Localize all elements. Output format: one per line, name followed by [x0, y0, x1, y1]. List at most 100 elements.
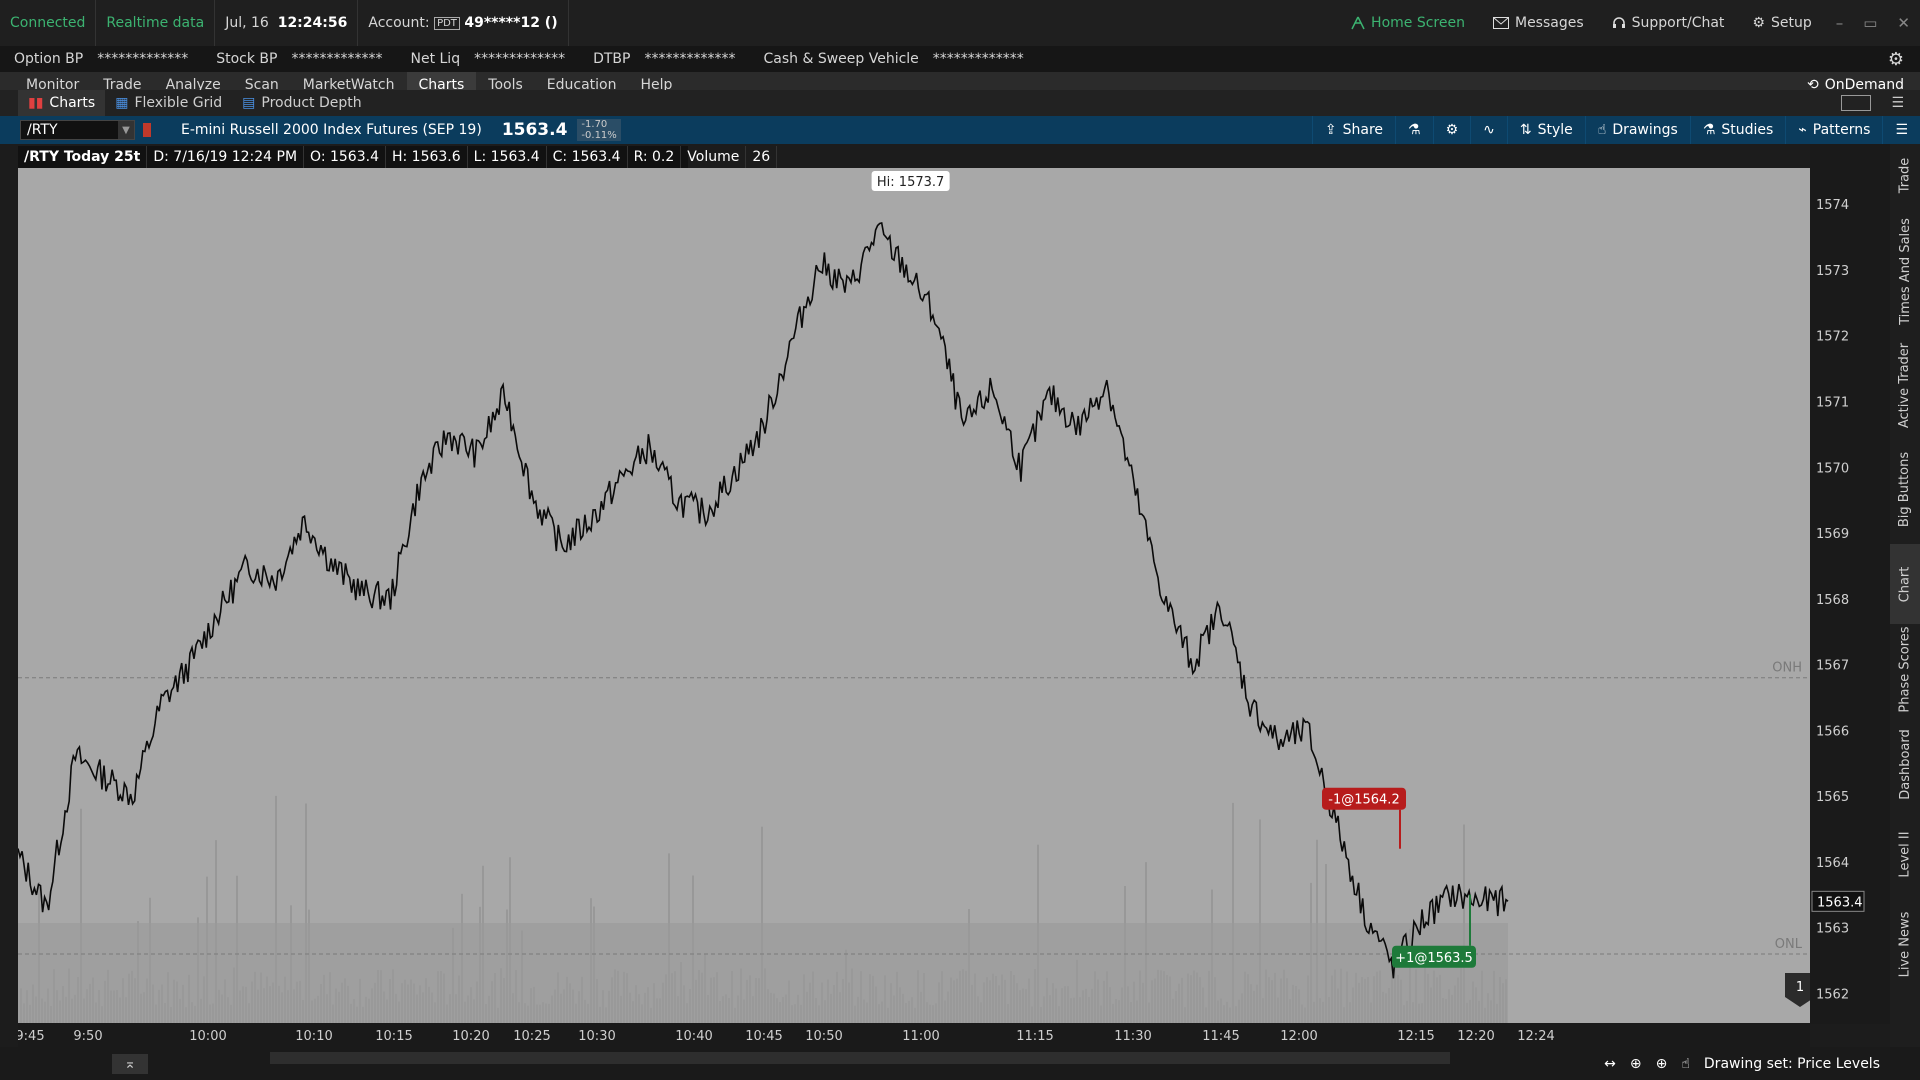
- time-tick-label: 10:10: [295, 1029, 332, 1044]
- subtab-label: Product Depth: [261, 95, 362, 111]
- zoom-in-icon[interactable]: ⊕: [1656, 1056, 1668, 1072]
- bar-open: O: 1563.4: [304, 146, 386, 168]
- flask-button[interactable]: ⚗: [1395, 116, 1433, 144]
- bar-close: C: 1563.4: [547, 146, 628, 168]
- side-tab-phase-scores[interactable]: Phase Scores: [1890, 624, 1920, 714]
- subtab-flexible-grid[interactable]: ▦ Flexible Grid: [105, 90, 232, 116]
- subtab-product-depth[interactable]: ▤ Product Depth: [232, 90, 371, 116]
- side-tab-active-trader[interactable]: Active Trader: [1890, 336, 1920, 434]
- side-tab-label: Active Trader: [1897, 342, 1913, 428]
- chart-subtabs: ▮▮ Charts ▦ Flexible Grid ▤ Product Depth ☰: [0, 90, 1920, 116]
- style-icon: ⇅: [1519, 122, 1532, 138]
- price-scale[interactable]: 1574 1573 1572 1571 1570 1569 1568 1567 1566 1565…: [1810, 144, 1890, 1024]
- close-button[interactable]: ✕: [1887, 14, 1920, 32]
- price-scale-svg: 1574 1573 1572 1571 1570 1569 1568 1567 1566 1565…: [1811, 198, 1865, 1002]
- menu-lines-icon[interactable]: ☰: [1891, 95, 1904, 111]
- account-value: 49*****12 (): [464, 15, 558, 31]
- balance-value: *************: [932, 51, 1024, 67]
- price-tick-label: 1573: [1816, 264, 1849, 279]
- subtab-charts[interactable]: ▮▮ Charts: [18, 90, 106, 116]
- style-label: Style: [1537, 122, 1573, 138]
- sell-order-tag[interactable]: -1@1564.2: [1322, 787, 1406, 849]
- time-tick-label: 11:15: [1016, 1029, 1053, 1044]
- balance-label: Stock BP: [216, 51, 278, 67]
- last-price-marker-label: 1563.4: [1817, 895, 1863, 910]
- support-chat-button[interactable]: Support/Chat: [1598, 0, 1739, 46]
- realtime-status[interactable]: Realtime data: [96, 0, 216, 46]
- price-tick-label: 1568: [1816, 593, 1849, 608]
- crosshair-icon[interactable]: ⊕: [1630, 1056, 1642, 1072]
- home-screen-button[interactable]: Home Screen: [1337, 0, 1479, 46]
- account-selector[interactable]: Account: PDT 49*****12 (): [358, 0, 569, 46]
- side-tab-chart[interactable]: Chart: [1890, 544, 1920, 624]
- chart-settings-button[interactable]: ⚙: [1432, 116, 1471, 144]
- collapse-icon[interactable]: ⌅: [112, 1053, 148, 1074]
- account-label: Account:: [368, 15, 430, 31]
- symbol-input[interactable]: /RTY ▼: [20, 120, 135, 140]
- layout-icon[interactable]: [1841, 95, 1872, 111]
- price-chart[interactable]: ONH ONL Hi: 1573.7 -1@1564.2 +1@1563.5 1: [18, 168, 1810, 1023]
- patterns-button[interactable]: ⌁ Patterns: [1785, 116, 1882, 144]
- balance-value: *************: [474, 51, 566, 67]
- studies-button[interactable]: ⚗ Studies: [1689, 116, 1786, 144]
- balance-cash-sweep[interactable]: Cash & Sweep Vehicle *************: [749, 51, 1037, 67]
- messages-button[interactable]: Messages: [1479, 0, 1598, 46]
- side-tabs: Trade Times And Sales Active Trader Big But…: [1890, 144, 1920, 1064]
- balances-bar: Option BP ************* Stock BP *********…: [0, 46, 1920, 72]
- minimize-button[interactable]: –: [1826, 14, 1854, 32]
- side-tab-trade[interactable]: Trade: [1890, 144, 1920, 206]
- chart-header: /RTY ▼ E-mini Russell 2000 Index Futures …: [0, 116, 1920, 144]
- balance-dtbp[interactable]: DTBP *************: [579, 51, 749, 67]
- time-axis[interactable]: 9:45 9:50 10:00 10:10 10:15 10:20 10:25 10:30 10…: [15, 1023, 1810, 1047]
- date-text: Jul, 16: [225, 15, 269, 31]
- chart-toolbar: ⇪ Share ⚗ ⚙ ∿ ⇅ Style ☝ Drawings ⚗ Studies ⌁…: [1311, 116, 1920, 144]
- buy-order-tag-label: +1@1563.5: [1395, 951, 1473, 966]
- side-tab-dashboard[interactable]: Dashboard: [1890, 714, 1920, 814]
- drawings-button[interactable]: ☝ Drawings: [1584, 116, 1690, 144]
- connection-status: Connected: [0, 0, 97, 46]
- setup-button[interactable]: ⚙ Setup: [1738, 0, 1825, 46]
- price-tick-label: 1570: [1816, 461, 1849, 476]
- depth-icon: ▤: [242, 95, 256, 111]
- balance-option-bp[interactable]: Option BP *************: [0, 51, 202, 67]
- time-tick-label: 9:50: [73, 1029, 102, 1044]
- menu-lines-icon: ☰: [1895, 122, 1908, 138]
- pan-icon[interactable]: ↔: [1604, 1056, 1616, 1072]
- home-icon: [1351, 16, 1365, 30]
- quick-chart-button[interactable]: ∿: [1470, 116, 1507, 144]
- balance-stock-bp[interactable]: Stock BP *************: [202, 51, 396, 67]
- share-button[interactable]: ⇪ Share: [1311, 116, 1395, 144]
- side-tab-live-news[interactable]: Live News: [1890, 894, 1920, 994]
- style-button[interactable]: ⇅ Style: [1506, 116, 1585, 144]
- side-tab-label: Big Buttons: [1897, 451, 1913, 527]
- price-tick-label: 1565: [1816, 790, 1849, 805]
- flask-icon: ⚗: [1702, 122, 1716, 138]
- bar-low: L: 1563.4: [468, 146, 547, 168]
- drawing-set-label[interactable]: Drawing set: Price Levels: [1704, 1056, 1880, 1072]
- side-tab-big-buttons[interactable]: Big Buttons: [1890, 434, 1920, 544]
- alert-badge[interactable]: 1: [1785, 973, 1810, 1007]
- home-label: Home Screen: [1371, 15, 1465, 31]
- hand-icon[interactable]: ☝: [1681, 1056, 1690, 1072]
- balance-net-liq[interactable]: Net Liq *************: [396, 51, 579, 67]
- settings-gear-icon[interactable]: ⚙: [1888, 49, 1904, 70]
- maximize-button[interactable]: ▭: [1853, 14, 1887, 32]
- balance-label: DTBP: [593, 51, 631, 67]
- sell-order-tag-label: -1@1564.2: [1328, 793, 1399, 808]
- time-tick-label: 10:45: [745, 1029, 782, 1044]
- side-tab-times-and-sales[interactable]: Times And Sales: [1890, 206, 1920, 336]
- symbol-text: /RTY: [27, 122, 58, 138]
- high-label: Hi: 1573.7: [877, 175, 944, 190]
- time-tick-label: 12:20: [1457, 1029, 1494, 1044]
- chart-svg[interactable]: ONH ONL Hi: 1573.7 -1@1564.2 +1@1563.5 1: [18, 168, 1810, 1023]
- chart-scrollbar[interactable]: [270, 1052, 1450, 1064]
- price-tick-label: 1572: [1816, 330, 1849, 345]
- price-tick-label: 1567: [1816, 659, 1849, 674]
- time-tick-label: 12:15: [1397, 1029, 1434, 1044]
- chevron-down-icon[interactable]: ▼: [118, 121, 134, 139]
- balance-label: Option BP: [14, 51, 84, 67]
- chart-menu-button[interactable]: ☰: [1882, 116, 1920, 144]
- price-tick-label: 1563: [1816, 922, 1849, 937]
- link-color-icon[interactable]: [143, 123, 151, 137]
- side-tab-level-ii[interactable]: Level II: [1890, 814, 1920, 894]
